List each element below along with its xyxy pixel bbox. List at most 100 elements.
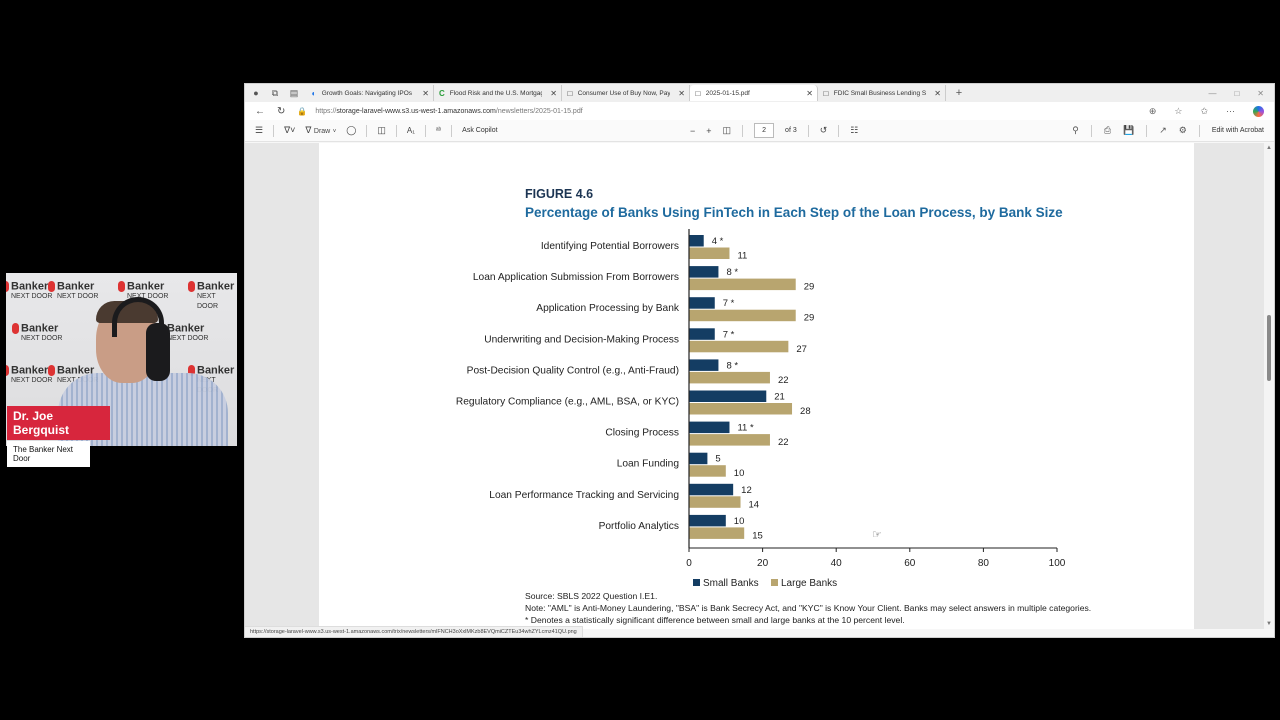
status-bar-url: https://storage-laravel-www.s3.us-west-1… [245,626,583,637]
highlight-icon[interactable]: ∇˅ [284,125,295,136]
text-box-icon[interactable]: ◫ [377,125,386,136]
vertical-scrollbar[interactable]: ▲ ▼ [1264,143,1274,629]
close-tab-icon[interactable]: ✕ [678,89,685,98]
rotate-icon[interactable]: ↺ [820,125,828,136]
doc-icon: □ [823,88,829,98]
figure-notes: Source: SBLS 2022 Question I.E1. Note: "… [525,590,1091,626]
scroll-down-icon[interactable]: ▼ [1266,621,1272,627]
fullscreen-icon[interactable]: ↗ [1159,125,1167,136]
settings-icon[interactable]: ⚙ [1179,125,1187,136]
data-label-small-banks: 11 * [737,423,754,434]
category-label: Loan Funding [617,459,680,470]
new-tab-button[interactable]: + [952,86,966,100]
eraser-icon[interactable]: ◯ [346,125,356,136]
pdf-toolbar: ☰ ∇˅ ∇ Draw ˅ ◯ ◫ A₁ ᵃᵇ Ask Copilot − + … [245,120,1274,142]
tab-2025-01-15-pdf[interactable]: □ 2025-01-15.pdf ✕ [690,85,818,101]
data-label-small-banks: 10 [734,516,745,527]
print-icon[interactable]: ⎙ [1104,125,1111,136]
lower-third: Dr. Joe Bergquist The Banker Next Door [7,406,110,467]
x-tick-label: 100 [1049,558,1066,569]
data-label-large-banks: 10 [734,468,745,479]
data-label-large-banks: 22 [778,437,789,448]
hand-cursor-icon: ☞ [872,529,882,541]
close-window-icon[interactable]: ✕ [1257,89,1264,98]
page-view-icon[interactable]: ☷ [850,125,858,136]
data-label-large-banks: 11 [737,251,747,262]
data-label-small-banks: 7 * [723,298,735,309]
edit-with-acrobat-button[interactable]: Edit with Acrobat [1212,127,1264,134]
data-label-large-banks: 29 [804,282,815,293]
category-label: Portfolio Analytics [599,521,679,532]
close-tab-icon[interactable]: ✕ [934,89,941,98]
window-controls: — □ ✕ [1208,89,1274,98]
bar-large-banks [689,403,793,415]
lock-icon: 🔒 [297,106,308,116]
profile-icon[interactable]: ● [249,86,263,100]
bar-large-banks [689,527,745,539]
category-label: Loan Performance Tracking and Servicing [489,490,679,501]
category-label: Loan Application Submission From Borrowe… [473,272,679,283]
address-bar: ← ↻ 🔒 https://storage-laravel-www.s3.us-… [245,102,1274,120]
copilot-icon[interactable] [1253,105,1264,117]
contents-icon[interactable]: ☰ [255,125,263,136]
pdf-page: FIGURE 4.6 Percentage of Banks Using Fin… [319,143,1194,629]
zoom-icon[interactable]: ⊕ [1149,106,1157,117]
tab-flood-risk[interactable]: C Flood Risk and the U.S. Mortgage ✕ [434,85,562,101]
legend-label-small-banks: Small Banks [703,578,759,589]
tab-consumer-bnpl[interactable]: □ Consumer Use of Buy Now, Pay L ✕ [562,85,690,101]
tab-bar: ● ⧉ ▤ ◐ Growth Goals: Navigating IPOs a … [245,84,1274,102]
doc-icon: □ [567,88,573,98]
close-tab-icon[interactable]: ✕ [806,89,813,98]
close-tab-icon[interactable]: ✕ [550,89,557,98]
read-aloud-icon[interactable]: A₁ [407,126,415,135]
bar-small-banks [689,328,715,340]
category-label: Post-Decision Quality Control (e.g., Ant… [467,365,679,376]
zoom-out-icon[interactable]: − [690,126,695,136]
data-label-small-banks: 21 [774,392,785,403]
tab-fdic-sbls[interactable]: □ FDIC Small Business Lending Sur ✕ [818,85,946,101]
back-icon[interactable]: ← [255,106,265,117]
page-number-input[interactable]: 2 [754,123,775,138]
bar-small-banks [689,235,704,247]
save-icon[interactable]: 💾 [1123,125,1134,136]
figure-source: Source: SBLS 2022 Question I.E1. [525,591,658,601]
watermark-logo: BankerNEXT DOOR [48,281,99,302]
vertical-tabs-icon[interactable]: ▤ [287,86,301,100]
bar-large-banks [689,340,789,353]
data-label-small-banks: 8 * [726,360,738,371]
bar-small-banks [689,390,767,402]
scrollbar-thumb[interactable] [1267,315,1271,381]
fit-page-icon[interactable]: ◫ [723,125,732,136]
url-field[interactable]: 🔒 https://storage-laravel-www.s3.us-west… [297,107,582,116]
restore-icon[interactable]: □ [1234,89,1239,98]
bar-chart: Identifying Potential Borrowers 4 * 11 Loan… [456,229,1066,589]
legend-swatch-small-banks [693,579,700,586]
translate-icon[interactable]: ᵃᵇ [436,127,441,134]
legend-swatch-large-banks [771,579,778,586]
ask-copilot-button[interactable]: Ask Copilot [462,127,497,134]
category-label: Underwriting and Decision-Making Process [484,334,679,345]
search-icon[interactable]: ⚲ [1072,125,1079,136]
category-label: Application Processing by Bank [536,303,680,314]
data-label-small-banks: 5 [715,454,720,465]
presenter-name: Dr. Joe Bergquist [7,406,110,440]
close-tab-icon[interactable]: ✕ [422,89,429,98]
data-label-large-banks: 28 [800,406,811,417]
watermark-logo: BankerNEXT DOOR [6,365,53,386]
minimize-icon[interactable]: — [1208,89,1216,98]
zoom-in-icon[interactable]: + [706,126,711,136]
draw-button[interactable]: ∇ Draw ˅ [305,125,336,136]
x-tick-label: 40 [831,558,843,569]
data-label-large-banks: 27 [796,344,807,355]
more-menu-icon[interactable]: ⋯ [1226,106,1235,117]
favorites-icon[interactable]: ✩ [1200,106,1208,117]
workspaces-icon[interactable]: ⧉ [268,86,282,100]
tab-growth-goals[interactable]: ◐ Growth Goals: Navigating IPOs a ✕ [306,85,434,101]
bar-large-banks [689,496,741,508]
x-tick-label: 80 [978,558,990,569]
refresh-icon[interactable]: ↻ [277,106,285,117]
scroll-up-icon[interactable]: ▲ [1266,145,1272,151]
data-label-large-banks: 29 [804,313,815,324]
data-label-small-banks: 4 * [712,236,724,247]
favorite-star-icon[interactable]: ☆ [1174,106,1182,117]
